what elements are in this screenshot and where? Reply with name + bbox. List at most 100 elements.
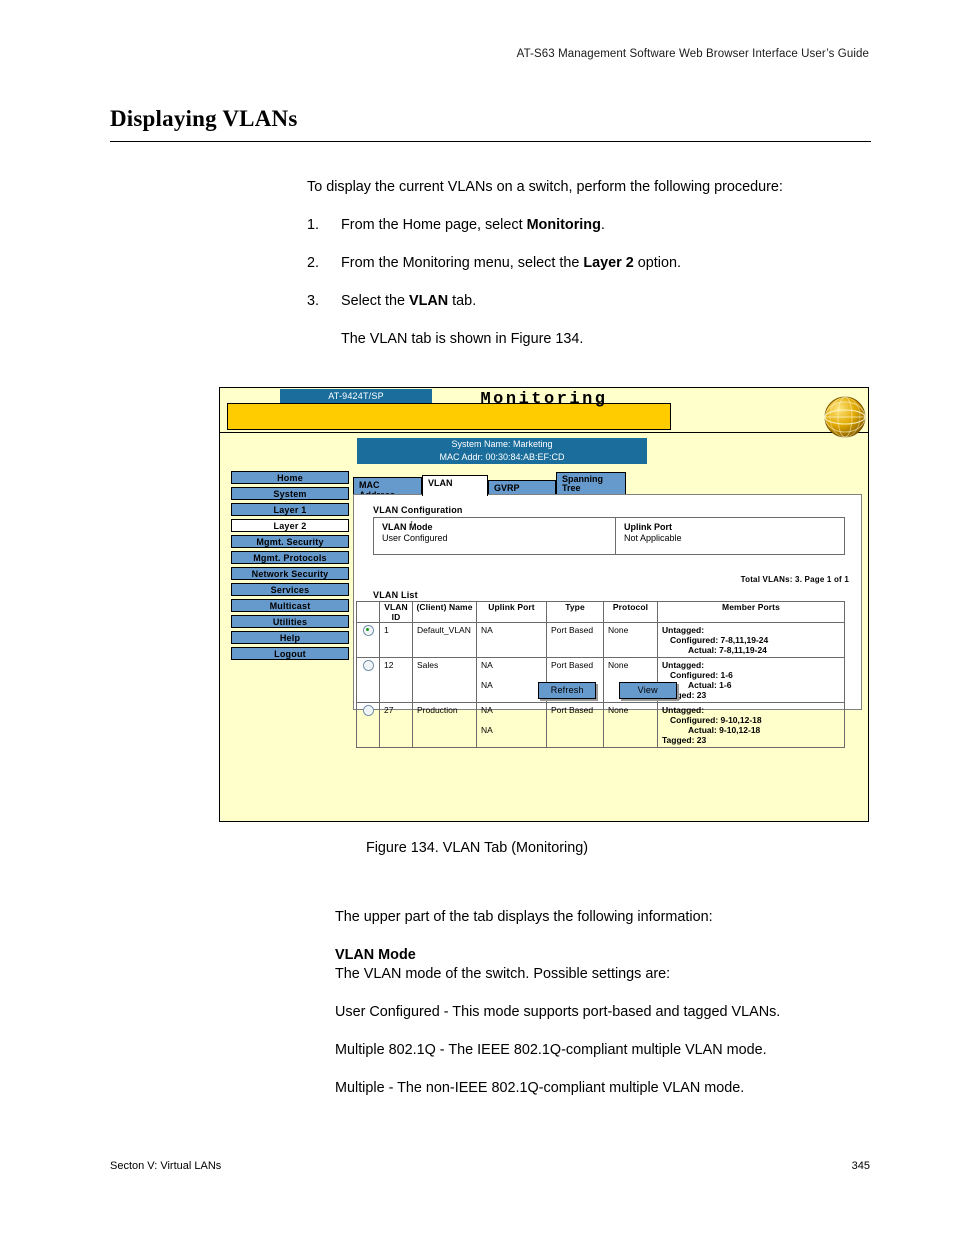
uplink-port-value: Not Applicable <box>624 533 682 543</box>
lead-paragraph: The upper part of the tab displays the f… <box>335 909 713 925</box>
procedure-list: 1. From the Home page, select Monitoring.… <box>307 216 877 311</box>
step-number: 2. <box>307 255 320 271</box>
table-row[interactable]: 27 Production NA . NA Port Based None Un… <box>356 702 845 748</box>
member-untagged-head: Untagged: <box>662 660 705 670</box>
total-vlans-label: Total VLANs: 3. Page 1 of 1 <box>740 575 849 584</box>
radio-button-icon[interactable] <box>362 625 374 637</box>
cell-member-ports: Untagged: Configured: 7-8,11,19-24 Actua… <box>657 622 845 658</box>
vlan-mode-subheading: VLAN Mode <box>335 947 416 963</box>
tab-vlan[interactable]: VLAN <box>422 475 488 496</box>
sidebar-item-layer-2[interactable]: Layer 2 <box>231 519 349 532</box>
member-actual: Actual: 9-10,12-18 <box>688 725 761 735</box>
list-item: 1. From the Home page, select Monitoring. <box>307 216 877 235</box>
member-tagged: Tagged: 23 <box>662 735 707 745</box>
sidebar-item-utilities[interactable]: Utilities <box>231 615 349 628</box>
uplink-value: NA <box>481 660 493 670</box>
sidebar-item-services[interactable]: Services <box>231 583 349 596</box>
vlan-tab-panel: VLAN Configuration VLAN Mode User Config… <box>353 494 862 748</box>
view-button[interactable]: View <box>618 682 677 699</box>
figure-vlan-tab-monitoring: AT-9424T/SP Monitoring System Name: Mark… <box>219 387 869 822</box>
uplink-port-label: Uplink Port <box>624 522 673 532</box>
col-select <box>356 601 380 623</box>
cell-type: Port Based <box>546 702 604 748</box>
step-text-pre: From the Home page, select <box>341 217 527 233</box>
sidebar-item-mgmt-security[interactable]: Mgmt. Security <box>231 535 349 548</box>
sidebar-menu: Home System Layer 1 Layer 2 Mgmt. Securi… <box>231 471 349 663</box>
figure-caption: Figure 134. VLAN Tab (Monitoring) <box>365 840 589 856</box>
system-info-band: System Name: Marketing MAC Addr: 00:30:8… <box>357 438 647 464</box>
step-text-bold: Monitoring <box>526 217 601 233</box>
radio-button-icon[interactable] <box>362 705 374 717</box>
member-untagged-head: Untagged: <box>662 705 705 715</box>
col-client-name: (Client) Name <box>412 601 477 623</box>
mode-option-user-configured: User Configured - This mode supports por… <box>335 1004 781 1020</box>
footer-page-number: 345 <box>851 1160 870 1172</box>
step-number: 3. <box>307 293 320 309</box>
sidebar-item-multicast[interactable]: Multicast <box>231 599 349 612</box>
table-header-row: VLAN ID (Client) Name Uplink Port Type P… <box>356 601 845 623</box>
title-divider <box>110 141 871 142</box>
uplink-port-cell: Uplink Port Not Applicable <box>616 518 844 554</box>
sidebar-item-logout[interactable]: Logout <box>231 647 349 660</box>
vlan-list-table: VLAN ID (Client) Name Uplink Port Type P… <box>356 601 845 748</box>
tab-strip: MAC Address VLAN GVRP Spanning Tree <box>353 469 653 500</box>
cell-type: Port Based <box>546 622 604 658</box>
tab-spanning-tree[interactable]: Spanning Tree <box>556 472 626 496</box>
mode-option-multiple-8021q: Multiple 802.1Q - The IEEE 802.1Q-compli… <box>335 1042 767 1058</box>
cell-protocol: None <box>603 702 658 748</box>
mac-address-label: MAC Addr: 00:30:84:AB:EF:CD <box>439 452 565 462</box>
cell-vlan-id: 27 <box>379 702 413 748</box>
cell-client-name: Default_VLAN <box>412 622 477 658</box>
col-member-ports: Member Ports <box>657 601 845 623</box>
intro-paragraph: To display the current VLANs on a switch… <box>307 179 783 195</box>
vlan-mode-value: User Configured <box>382 533 448 543</box>
col-uplink-port: Uplink Port <box>476 601 547 623</box>
vlan-configuration-box: VLAN Mode User Configured Uplink Port No… <box>373 517 845 555</box>
refresh-button[interactable]: Refresh <box>538 682 597 699</box>
step-number: 1. <box>307 217 320 233</box>
uplink-value: NA <box>481 705 493 715</box>
table-row[interactable]: 1 Default_VLAN NA Port Based None Untagg… <box>356 622 845 658</box>
body-text-column: To display the current VLANs on a switch… <box>307 178 877 349</box>
document-running-header: AT-S63 Management Software Web Browser I… <box>516 48 869 60</box>
step-text-post: tab. <box>448 293 477 309</box>
member-configured: Configured: 9-10,12-18 <box>670 715 762 725</box>
row-select-cell[interactable] <box>356 622 380 658</box>
banner-title: Monitoring <box>480 390 608 409</box>
cell-vlan-id: 1 <box>379 622 413 658</box>
member-untagged-head: Untagged: <box>662 625 705 635</box>
action-button-row: Refresh View <box>354 682 861 699</box>
text-cursor-icon: I <box>410 520 414 531</box>
cell-uplink-port: NA . NA <box>476 702 547 748</box>
col-type: Type <box>546 601 604 623</box>
page-title: Displaying VLANs <box>110 106 298 131</box>
uplink-value: NA <box>481 725 493 735</box>
member-configured: Configured: 1-6 <box>670 670 733 680</box>
sidebar-item-mgmt-protocols[interactable]: Mgmt. Protocols <box>231 551 349 564</box>
cell-protocol: None <box>603 622 658 658</box>
cell-client-name: Production <box>412 702 477 748</box>
sidebar-item-layer-1[interactable]: Layer 1 <box>231 503 349 516</box>
member-configured: Configured: 7-8,11,19-24 <box>670 635 769 645</box>
mode-option-multiple: Multiple - The non-IEEE 802.1Q-compliant… <box>335 1080 745 1096</box>
sidebar-item-system[interactable]: System <box>231 487 349 500</box>
sidebar-item-home[interactable]: Home <box>231 471 349 484</box>
col-protocol: Protocol <box>603 601 658 623</box>
vlan-mode-description: The VLAN mode of the switch. Possible se… <box>335 966 671 982</box>
lower-text-column: The upper part of the tab displays the f… <box>335 908 880 1098</box>
sidebar-item-help[interactable]: Help <box>231 631 349 644</box>
row-select-cell[interactable] <box>356 702 380 748</box>
system-name-label: System Name: Marketing <box>451 439 553 449</box>
vlan-list-heading: VLAN List <box>373 590 418 600</box>
step-text-bold: VLAN <box>409 293 449 309</box>
list-item: 2. From the Monitoring menu, select the L… <box>307 254 877 273</box>
step-text-pre: From the Monitoring menu, select the <box>341 255 584 271</box>
sidebar-item-network-security[interactable]: Network Security <box>231 567 349 580</box>
vlan-configuration-heading: VLAN Configuration <box>373 505 463 515</box>
footer-section-label: Secton V: Virtual LANs <box>110 1160 222 1172</box>
banner-rule <box>220 432 868 433</box>
list-item: 3. Select the VLAN tab. <box>307 292 877 311</box>
step-text-post: option. <box>633 255 681 271</box>
member-actual: Actual: 7-8,11,19-24 <box>688 645 767 655</box>
radio-button-icon[interactable] <box>362 660 374 672</box>
